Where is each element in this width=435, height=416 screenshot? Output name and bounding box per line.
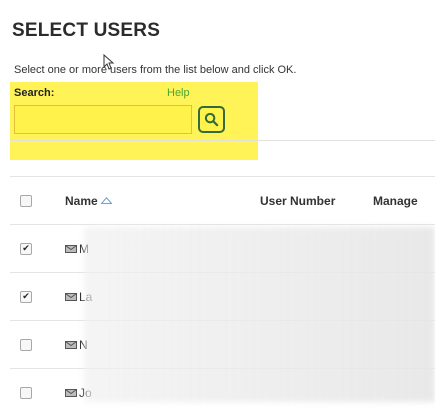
column-header-name-label: Name (65, 193, 98, 208)
mail-icon (65, 292, 77, 301)
column-header-name[interactable]: Name (65, 177, 112, 224)
help-link[interactable]: Help (167, 87, 190, 99)
search-button[interactable] (198, 106, 225, 133)
column-header-user-number[interactable]: User Number (260, 177, 335, 224)
mail-icon (65, 388, 77, 397)
row-checkbox[interactable] (20, 386, 32, 399)
mail-icon (65, 244, 77, 253)
search-input[interactable] (14, 105, 192, 134)
sort-ascending-icon (100, 197, 112, 204)
row-checkbox[interactable] (20, 338, 32, 351)
column-header-manager[interactable]: Manage (373, 177, 418, 224)
mail-icon (65, 340, 77, 349)
mouse-cursor-icon (103, 54, 115, 70)
instructions-text: Select one or more users from the list b… (14, 64, 297, 76)
section-divider (10, 140, 435, 141)
row-checkbox[interactable]: ✔ (20, 290, 32, 303)
search-icon (204, 112, 219, 127)
redacted-region (84, 227, 435, 402)
table-header-row: Name User Number Manage (10, 176, 435, 224)
row-checkbox[interactable]: ✔ (20, 242, 32, 255)
search-label: Search: (14, 87, 55, 99)
select-all-checkbox[interactable] (20, 194, 32, 207)
page-title: SELECT USERS (12, 20, 161, 41)
